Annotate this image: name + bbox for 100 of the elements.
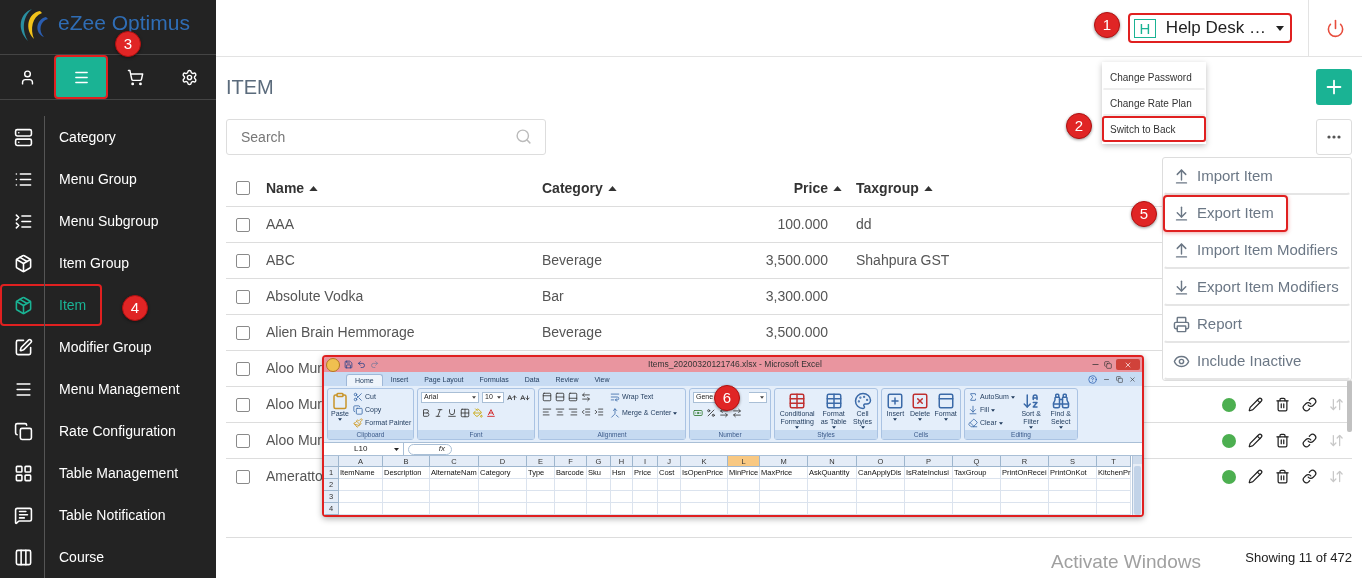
restore-icon[interactable] [1116,376,1123,383]
close-button[interactable] [1116,359,1140,370]
scrollbar-thumb[interactable] [1347,380,1352,432]
outdent-icon[interactable] [581,407,591,417]
delete-icon[interactable] [1275,397,1290,412]
search-field[interactable]: Search [226,119,546,155]
delete-icon[interactable] [1275,469,1290,484]
column-header[interactable]: Taxgroup [856,177,919,199]
column-header[interactable]: Category [542,177,603,199]
row-checkbox[interactable] [236,253,250,268]
sheet-cell [953,491,1001,503]
sheet-cell [808,491,857,503]
user-menu-button[interactable]: H Help Desk … [1127,13,1292,43]
sort-arrow-icon [309,185,319,191]
edit-icon[interactable] [1248,469,1263,484]
sidebar-item[interactable]: Table Notification [0,494,182,536]
menu-item[interactable]: Include Inactive [1163,343,1351,380]
save-icon[interactable] [344,360,353,369]
shrink-font-icon[interactable] [520,392,530,403]
eraser-icon [968,418,978,428]
column-header[interactable]: Name [266,177,305,199]
add-button[interactable] [1316,69,1352,105]
sidebar-item[interactable]: Menu Management [0,368,196,410]
fill-color-icon[interactable] [473,408,483,418]
sidebar-item[interactable]: Modifier Group [0,326,168,368]
sidebar-item[interactable]: Menu Subgroup [0,200,175,242]
sidebar-item[interactable]: Menu Group [0,158,153,200]
caret-icon [893,418,898,421]
printer-icon [1173,316,1190,333]
sheet-scrollbar[interactable] [1132,456,1142,515]
sidebar-item[interactable]: Item [0,284,103,326]
restore-icon[interactable] [1104,360,1112,369]
link-icon[interactable] [1302,433,1317,448]
bold-icon[interactable] [421,408,431,418]
currency-icon[interactable] [693,408,703,418]
align-right-icon[interactable] [568,407,578,417]
table-cell: Bar [542,288,564,304]
sheet-cell [1097,491,1131,503]
box-icon [13,295,33,315]
sheet-cell [857,491,905,503]
increase-decimal-icon[interactable] [719,408,729,418]
menu-item[interactable]: Change Password [1102,64,1206,90]
row-checkbox[interactable] [236,469,250,484]
row-checkbox[interactable] [236,325,250,340]
step-badge: 2 [1066,113,1092,139]
font-color-icon[interactable] [486,408,496,418]
align-bottom-icon[interactable] [568,392,578,402]
edit-icon[interactable] [1248,433,1263,448]
menu-item[interactable]: Change Rate Plan [1102,90,1206,116]
undo-icon[interactable] [357,360,366,369]
row-checkbox[interactable] [236,289,250,304]
sheet-cell [658,491,681,503]
sidebar-item[interactable]: Item Group [0,242,146,284]
table-cell-text: 100.000 [777,215,828,234]
download-icon [1173,205,1190,222]
sidebar-item[interactable]: Rate Configuration [0,410,192,452]
menu-item[interactable]: Import Item Modifiers [1163,232,1351,269]
delete-icon [911,392,930,410]
sheet-cell [1049,479,1097,491]
align-center-icon[interactable] [555,407,565,417]
help-icon[interactable] [1088,375,1097,384]
sidebar-item[interactable]: Table Management [0,452,195,494]
menu-item[interactable]: Export Item [1163,195,1288,232]
italic-icon[interactable] [434,408,444,418]
select-all-checkbox[interactable] [236,181,250,195]
name-box[interactable]: L10 [324,443,404,455]
menu-item[interactable]: Switch to Back [1102,116,1206,142]
row-checkbox[interactable] [236,217,250,232]
orientation-icon[interactable] [581,392,591,402]
menu-item[interactable]: Report [1163,306,1351,343]
sheet-cell [808,479,857,491]
underline-icon[interactable] [447,408,457,418]
align-left-icon[interactable] [542,407,552,417]
power-icon[interactable] [1326,18,1345,38]
sidebar-item[interactable]: Course [0,536,121,578]
borders-icon[interactable] [460,408,470,418]
link-icon[interactable] [1302,469,1317,484]
delete-icon[interactable] [1275,433,1290,448]
sheet-cell [430,479,479,491]
percent-icon[interactable] [706,408,716,418]
sidebar-item[interactable]: Category [0,116,132,158]
upload-icon [1173,242,1190,259]
sheet-cell [728,491,760,503]
close-icon[interactable] [1129,376,1136,383]
link-icon[interactable] [1302,397,1317,412]
align-top-icon[interactable] [542,392,552,402]
table-cell: Ameratto [266,468,323,484]
indent-icon[interactable] [594,407,604,417]
align-middle-icon[interactable] [555,392,565,402]
row-checkbox[interactable] [236,361,250,376]
decrease-decimal-icon[interactable] [732,408,742,418]
table-cell: dd [856,216,872,232]
grow-font-icon[interactable] [507,392,517,403]
edit-icon[interactable] [1248,397,1263,412]
menu-item[interactable]: Export Item Modifiers [1163,269,1351,306]
row-checkbox[interactable] [236,433,250,448]
row-checkbox[interactable] [236,397,250,412]
column-header[interactable]: Price [793,177,828,199]
office-button[interactable] [326,357,340,372]
more-button[interactable] [1316,119,1352,155]
